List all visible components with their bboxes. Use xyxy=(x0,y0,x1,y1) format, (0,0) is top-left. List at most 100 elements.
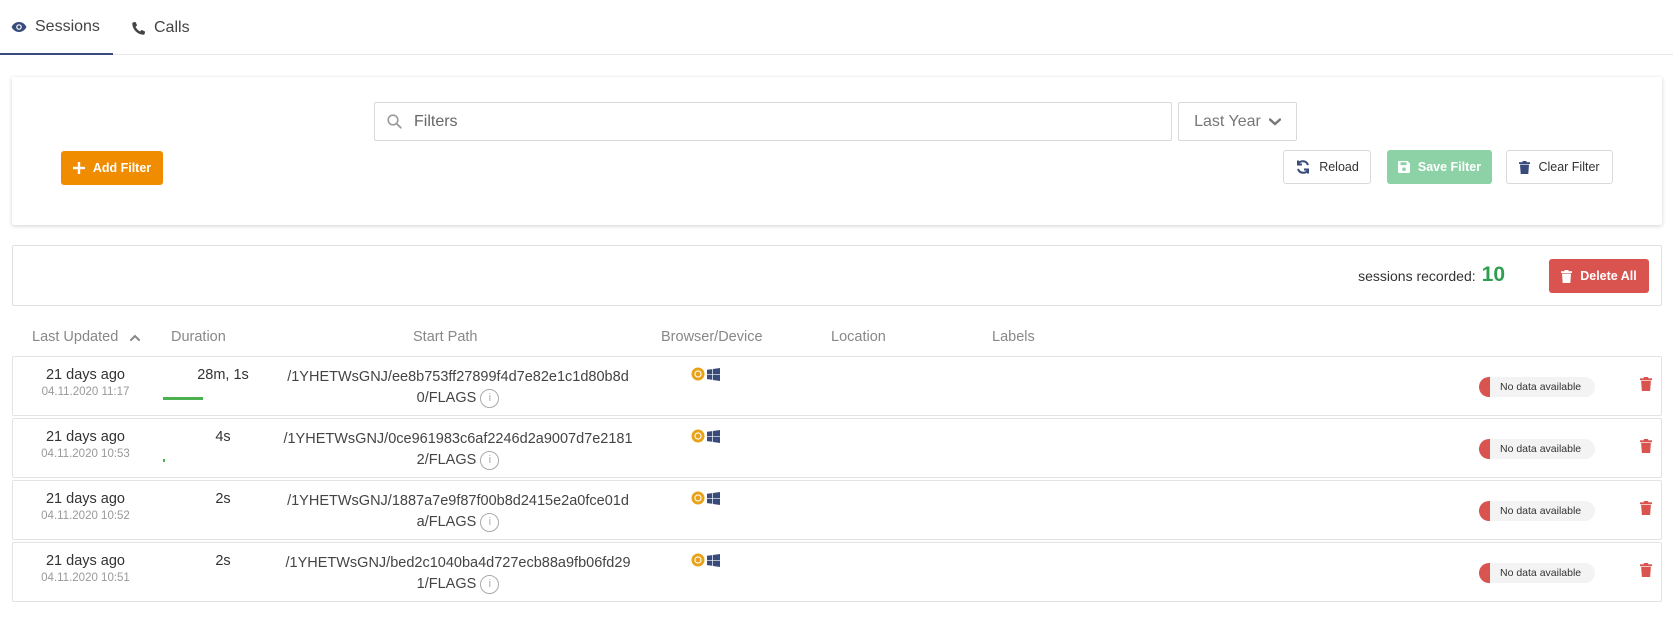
reload-button[interactable]: Reload xyxy=(1283,150,1371,184)
top-tab-bar: Sessions Calls xyxy=(0,0,1673,55)
cell-browser-device xyxy=(691,491,720,505)
plus-icon xyxy=(72,162,85,174)
last-updated-date: 04.11.2020 10:52 xyxy=(41,510,130,522)
tab-calls[interactable]: Calls xyxy=(132,0,190,55)
start-path-text: /1YHETWsGNJ/ee8b753ff27899f4d7e82e1c1d80… xyxy=(287,369,629,406)
windows-icon xyxy=(707,491,720,505)
column-location[interactable]: Location xyxy=(831,329,886,345)
cell-last-updated: 21 days ago 04.11.2020 10:53 xyxy=(13,429,158,460)
cell-browser-device xyxy=(691,429,720,443)
filter-panel: Last Year Add Filter Reload Save Filter xyxy=(12,77,1662,225)
start-path-text: /1YHETWsGNJ/0ce961983c6af2246d2a9007d7e2… xyxy=(283,431,633,468)
cell-start-path: /1YHETWsGNJ/ee8b753ff27899f4d7e82e1c1d80… xyxy=(283,367,633,409)
add-filter-button[interactable]: Add Filter xyxy=(61,151,163,185)
tab-sessions[interactable]: Sessions xyxy=(0,0,113,55)
delete-row-button[interactable] xyxy=(1640,377,1652,396)
windows-icon xyxy=(707,367,720,381)
trash-icon xyxy=(1640,563,1652,577)
start-path-text: /1YHETWsGNJ/1887a7e9f87f00b8d2415e2a0fce… xyxy=(287,493,629,530)
filter-search-input[interactable] xyxy=(414,112,1114,131)
info-icon[interactable]: i xyxy=(480,512,500,532)
floppy-disk-icon xyxy=(1397,161,1410,173)
column-start-path[interactable]: Start Path xyxy=(413,329,477,345)
save-filter-label: Save Filter xyxy=(1417,160,1482,174)
table-row[interactable]: 21 days ago 04.11.2020 10:52 2s /1YHETWs… xyxy=(12,480,1662,540)
label-no-data: No data available xyxy=(1490,501,1596,521)
save-filter-button[interactable]: Save Filter xyxy=(1387,150,1492,184)
sessions-recorded: sessions recorded: 10 xyxy=(1358,263,1505,287)
last-updated-relative: 21 days ago xyxy=(45,491,125,507)
cell-last-updated: 21 days ago 04.11.2020 11:17 xyxy=(13,367,158,398)
chevron-down-icon xyxy=(1268,117,1281,126)
last-updated-relative: 21 days ago xyxy=(45,553,125,569)
cell-start-path: /1YHETWsGNJ/0ce961983c6af2246d2a9007d7e2… xyxy=(283,429,633,471)
sessions-recorded-count: 10 xyxy=(1481,263,1505,286)
info-icon[interactable]: i xyxy=(480,574,500,594)
duration-bar xyxy=(163,459,165,462)
label-indicator xyxy=(1479,563,1490,583)
last-updated-date: 04.11.2020 10:53 xyxy=(41,448,130,460)
label-indicator xyxy=(1479,501,1490,521)
chrome-icon xyxy=(691,367,705,381)
label-no-data: No data available xyxy=(1490,377,1596,397)
sessions-recorded-label: sessions recorded: xyxy=(1358,268,1476,284)
tab-calls-label: Calls xyxy=(154,18,190,36)
table-header: Last Updated Duration Start Path Browser… xyxy=(0,325,1673,355)
cell-start-path: /1YHETWsGNJ/1887a7e9f87f00b8d2415e2a0fce… xyxy=(283,491,633,533)
last-updated-relative: 21 days ago xyxy=(45,367,125,383)
filter-search-box xyxy=(374,102,1172,141)
eye-icon xyxy=(11,21,27,32)
cell-duration: 28m, 1s xyxy=(197,367,249,383)
column-last-updated[interactable]: Last Updated xyxy=(32,329,141,345)
cell-duration: 2s xyxy=(215,553,231,569)
windows-icon xyxy=(707,553,720,567)
last-updated-relative: 21 days ago xyxy=(45,429,125,445)
table-row[interactable]: 21 days ago 04.11.2020 11:17 28m, 1s /1Y… xyxy=(12,356,1662,416)
cell-labels: No data available xyxy=(1479,377,1596,397)
last-updated-date: 04.11.2020 10:51 xyxy=(41,572,130,584)
windows-icon xyxy=(707,429,720,443)
sort-ascending-icon xyxy=(130,334,141,341)
cell-last-updated: 21 days ago 04.11.2020 10:51 xyxy=(13,553,158,584)
add-filter-label: Add Filter xyxy=(92,161,152,175)
cell-browser-device xyxy=(691,553,720,567)
delete-row-button[interactable] xyxy=(1640,563,1652,582)
column-duration[interactable]: Duration xyxy=(171,329,226,345)
trash-icon xyxy=(1519,160,1531,174)
column-browser-device[interactable]: Browser/Device xyxy=(661,329,763,345)
refresh-icon xyxy=(1297,160,1310,174)
cell-labels: No data available xyxy=(1479,439,1596,459)
tab-sessions-label: Sessions xyxy=(35,17,100,35)
reload-label: Reload xyxy=(1319,160,1359,174)
search-icon xyxy=(387,114,402,129)
clear-filter-label: Clear Filter xyxy=(1538,160,1600,174)
table-row[interactable]: 21 days ago 04.11.2020 10:51 2s /1YHETWs… xyxy=(12,542,1662,602)
cell-duration: 2s xyxy=(215,491,231,507)
period-select-value: Last Year xyxy=(1194,112,1261,130)
cell-browser-device xyxy=(691,367,720,381)
start-path-text: /1YHETWsGNJ/bed2c1040ba4d727ecb88a9fb06f… xyxy=(285,555,631,592)
info-icon[interactable]: i xyxy=(480,450,500,470)
table-row[interactable]: 21 days ago 04.11.2020 10:53 4s /1YHETWs… xyxy=(12,418,1662,478)
cell-last-updated: 21 days ago 04.11.2020 10:52 xyxy=(13,491,158,522)
chrome-icon xyxy=(691,491,705,505)
cell-labels: No data available xyxy=(1479,501,1596,521)
phone-icon xyxy=(132,21,146,35)
label-no-data: No data available xyxy=(1490,563,1596,583)
delete-all-button[interactable]: Delete All xyxy=(1549,259,1649,293)
delete-row-button[interactable] xyxy=(1640,439,1652,458)
cell-labels: No data available xyxy=(1479,563,1596,583)
clear-filter-button[interactable]: Clear Filter xyxy=(1506,150,1613,184)
sessions-summary-bar: sessions recorded: 10 Delete All xyxy=(12,245,1662,306)
trash-icon xyxy=(1640,439,1652,453)
label-indicator xyxy=(1479,377,1490,397)
column-labels[interactable]: Labels xyxy=(992,329,1035,345)
info-icon[interactable]: i xyxy=(480,388,500,408)
duration-bar xyxy=(163,397,203,400)
column-last-updated-label: Last Updated xyxy=(32,329,119,345)
label-indicator xyxy=(1479,439,1490,459)
cell-start-path: /1YHETWsGNJ/bed2c1040ba4d727ecb88a9fb06f… xyxy=(283,553,633,595)
cell-duration: 4s xyxy=(215,429,231,445)
period-select[interactable]: Last Year xyxy=(1178,102,1297,141)
delete-row-button[interactable] xyxy=(1640,501,1652,520)
